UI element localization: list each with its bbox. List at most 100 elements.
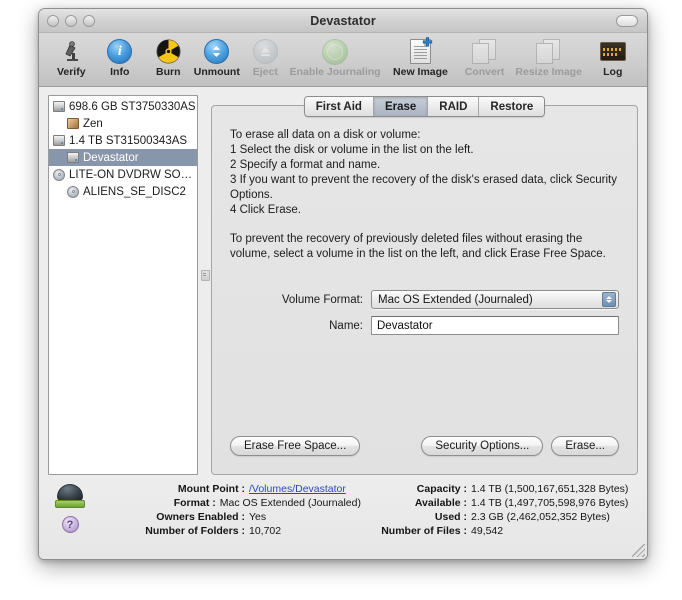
toolbar-button-info[interactable]: i Info — [96, 36, 145, 78]
toolbar-button-enable-journaling: Enable Journaling — [290, 36, 381, 78]
disk-utility-window: Devastator Verify i Info Burn Unmount Ej… — [38, 8, 648, 560]
sidebar-item-devastator[interactable]: Devastator — [49, 149, 197, 166]
chevron-updown-icon — [602, 292, 616, 307]
erase-panel: First Aid Erase RAID Restore To erase al… — [211, 96, 638, 475]
mount-point-link[interactable]: /Volumes/Devastator — [249, 483, 346, 496]
erase-buttons-row: Erase Free Space... Security Options... … — [230, 436, 619, 456]
volume-icon — [67, 118, 79, 129]
erase-panel-inner: To erase all data on a disk or volume: 1… — [212, 106, 637, 335]
sidebar-item-disk2[interactable]: 1.4 TB ST31500343AS — [49, 132, 197, 149]
sidebar-item-label: Zen — [83, 117, 103, 130]
info-column-left: Mount Point /Volumes/Devastator Format M… — [93, 483, 361, 559]
info-key: Mount Point — [93, 483, 249, 496]
info-row-capacity: Capacity 1.4 TB (1,500,167,651,328 Bytes… — [361, 483, 635, 496]
window-body: 698.6 GB ST3750330AS Zen 1.4 TB ST315003… — [39, 87, 647, 559]
toolbar: Verify i Info Burn Unmount Eject Enable … — [39, 33, 647, 87]
sidebar-item-label: Devastator — [83, 151, 139, 164]
sidebar-item-aliens-disc[interactable]: ALIENS_SE_DISC2 — [49, 183, 197, 200]
burn-radiation-icon — [156, 38, 181, 65]
info-value: Yes — [249, 511, 267, 523]
toolbar-button-eject: Eject — [241, 36, 290, 78]
info-row-used: Used 2.3 GB (2,462,052,352 Bytes) — [361, 511, 635, 524]
volume-format-value: Mac OS Extended (Journaled) — [378, 293, 533, 306]
volume-format-select[interactable]: Mac OS Extended (Journaled) — [371, 290, 619, 309]
erase-button[interactable]: Erase... — [551, 436, 619, 456]
name-label: Name: — [329, 319, 363, 332]
eject-icon — [252, 38, 278, 65]
journaling-globe-icon — [322, 38, 349, 65]
sidebar-item-disk1[interactable]: 698.6 GB ST3750330AS — [49, 98, 197, 115]
resize-grip[interactable] — [632, 544, 645, 557]
info-row-available: Available 1.4 TB (1,497,705,598,976 Byte… — [361, 497, 635, 510]
info-row-number-of-folders: Number of Folders 10,702 — [93, 525, 361, 538]
info-key: Number of Folders — [93, 525, 249, 538]
toolbar-label-info: Info — [110, 66, 130, 78]
toolbar-button-unmount[interactable]: Unmount — [193, 36, 242, 78]
instructions-step-2: 2 Specify a format and name. — [230, 159, 381, 171]
toolbar-label-burn: Burn — [156, 66, 181, 78]
toolbar-button-new-image[interactable]: New Image — [381, 36, 461, 78]
info-value: 2.3 GB (2,462,052,352 Bytes) — [471, 511, 610, 523]
info-row-mount-point: Mount Point /Volumes/Devastator — [93, 483, 361, 496]
log-icon — [599, 38, 626, 65]
tab-bar: First Aid Erase RAID Restore — [212, 96, 637, 117]
info-key: Used — [361, 511, 471, 524]
minimize-button[interactable] — [65, 14, 77, 27]
pane-splitter[interactable] — [198, 95, 211, 475]
convert-icon — [472, 38, 497, 65]
volume-format-label: Volume Format: — [281, 293, 363, 306]
toolbar-button-log[interactable]: Log — [589, 36, 638, 78]
erase-form: Volume Format: Mac OS Extended (Journale… — [230, 290, 619, 335]
info-key: Format — [93, 497, 220, 510]
volume-format-row: Volume Format: Mac OS Extended (Journale… — [230, 290, 619, 309]
instructions-step-4: 4 Click Erase. — [230, 204, 301, 216]
info-value: 49,542 — [471, 525, 504, 537]
close-button[interactable] — [47, 14, 59, 27]
device-list: 698.6 GB ST3750330AS Zen 1.4 TB ST315003… — [49, 96, 197, 200]
hard-disk-icon — [67, 152, 79, 163]
toolbar-button-verify[interactable]: Verify — [47, 36, 96, 78]
toolbar-label-new-image: New Image — [393, 66, 448, 78]
erase-free-space-button[interactable]: Erase Free Space... — [230, 436, 361, 456]
screen: Devastator Verify i Info Burn Unmount Ej… — [0, 0, 682, 600]
sidebar-item-label: LITE-ON DVDRW SOHW-... — [69, 168, 197, 181]
info-value: 10,702 — [249, 525, 282, 537]
splitter-collapse-handle[interactable] — [201, 270, 210, 281]
info-value: 1.4 TB (1,497,705,598,976 Bytes) — [471, 497, 629, 509]
tab-raid[interactable]: RAID — [428, 97, 480, 116]
toolbar-label-verify: Verify — [56, 66, 86, 78]
info-row-number-of-files: Number of Files 49,542 — [361, 525, 635, 538]
info-value: 1.4 TB (1,500,167,651,328 Bytes) — [471, 483, 629, 495]
info-columns: Mount Point /Volumes/Devastator Format M… — [87, 483, 635, 559]
device-list-panel[interactable]: 698.6 GB ST3750330AS Zen 1.4 TB ST315003… — [48, 95, 198, 475]
zoom-button[interactable] — [83, 14, 95, 27]
optical-drive-icon — [53, 168, 65, 181]
toolbar-label-unmount: Unmount — [193, 66, 240, 78]
erase-instructions: To erase all data on a disk or volume: 1… — [230, 128, 619, 262]
sidebar-item-label: 698.6 GB ST3750330AS — [69, 100, 196, 113]
name-input[interactable]: Devastator — [371, 316, 619, 335]
tab-erase[interactable]: Erase — [373, 97, 429, 116]
security-options-button[interactable]: Security Options... — [421, 436, 544, 456]
instructions-step-3: 3 If you want to prevent the recovery of… — [230, 174, 617, 201]
toolbar-label-resize-image: Resize Image — [515, 66, 582, 78]
hard-disk-icon — [53, 135, 65, 146]
help-button[interactable]: ? — [61, 516, 79, 533]
sidebar-item-optical-drive[interactable]: LITE-ON DVDRW SOHW-... — [49, 166, 197, 183]
instructions-step-1: 1 Select the disk or volume in the list … — [230, 144, 474, 156]
tab-restore[interactable]: Restore — [479, 97, 545, 116]
toolbar-label-convert: Convert — [464, 66, 505, 78]
window-title: Devastator — [310, 13, 376, 28]
toolbar-label-enable-journaling: Enable Journaling — [289, 66, 381, 78]
toolbar-toggle-button[interactable] — [616, 14, 638, 27]
toolbar-label-log: Log — [603, 66, 623, 78]
toolbar-label-eject: Eject — [252, 66, 278, 78]
info-icon: i — [107, 38, 133, 65]
upper-area: 698.6 GB ST3750330AS Zen 1.4 TB ST315003… — [39, 87, 647, 475]
window-titlebar[interactable]: Devastator — [39, 9, 647, 33]
toolbar-button-burn[interactable]: Burn — [144, 36, 193, 78]
info-key: Capacity — [361, 483, 471, 496]
sidebar-item-zen[interactable]: Zen — [49, 115, 197, 132]
instructions-intro: To erase all data on a disk or volume: — [230, 129, 421, 141]
tab-first-aid[interactable]: First Aid — [304, 97, 374, 116]
